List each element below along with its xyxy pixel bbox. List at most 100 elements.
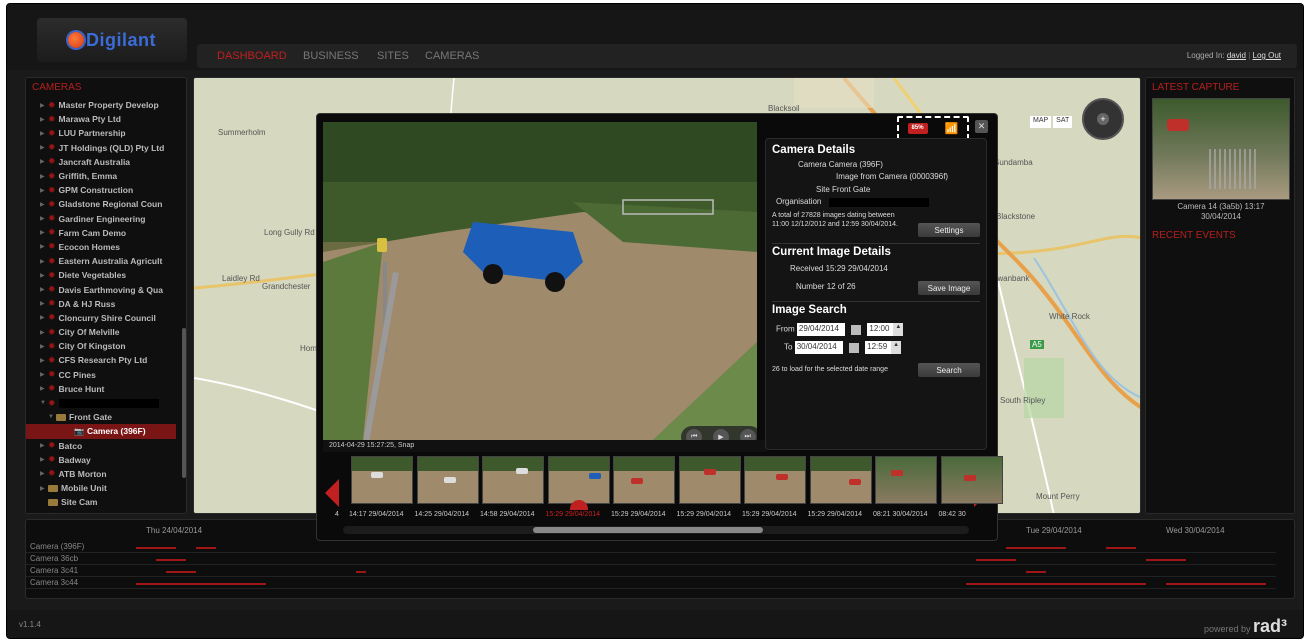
thumbnail[interactable]	[678, 456, 741, 504]
expand-arrow-icon[interactable]: ▶	[40, 442, 48, 449]
expand-arrow-icon[interactable]: ▶	[40, 158, 48, 165]
to-time-input[interactable]: 12:59	[865, 341, 892, 354]
tree-item[interactable]: ▶ ✸ Gardiner Engineering	[26, 212, 176, 226]
tree-item[interactable]: ▶ ✸ Farm Cam Demo	[26, 226, 176, 240]
map-type-map-button[interactable]: MAP	[1030, 116, 1052, 128]
tree-item[interactable]: ▶ ✸ GPM Construction	[26, 183, 176, 197]
tree-item[interactable]: ▶ ✸ Griffith, Emma	[26, 169, 176, 183]
to-time-stepper[interactable]: ▲	[891, 341, 902, 354]
tree-item[interactable]: ▶ ✸ Bruce Hunt	[26, 382, 176, 396]
thumbnail[interactable]	[416, 456, 479, 504]
thumbnail[interactable]	[940, 456, 1003, 504]
expand-arrow-icon[interactable]: ▶	[40, 258, 48, 265]
tree-item[interactable]: ▶ ✸ ATB Morton	[26, 467, 176, 481]
timeline-row[interactable]: Camera 3c44	[26, 578, 1276, 589]
expand-arrow-icon[interactable]: ▶	[40, 116, 48, 123]
skip-forward-button[interactable]: ⏭	[739, 429, 756, 440]
tree-item-expanded[interactable]: ▼ ✸	[26, 396, 176, 410]
tree-item-site[interactable]: ▼ Front Gate	[26, 410, 176, 424]
tree-item[interactable]: ▶ ✸ Marawa Pty Ltd	[26, 112, 176, 126]
to-date-input[interactable]: 30/04/2014	[794, 341, 843, 354]
nav-sites[interactable]: SITES	[377, 50, 409, 62]
logout-link[interactable]: Log Out	[1253, 51, 1281, 60]
tree-item[interactable]: ▶ ✸ Gladstone Regional Coun	[26, 197, 176, 211]
tree-item[interactable]: ▶ ✸ Eastern Australia Agricult	[26, 254, 176, 268]
tree-scrollbar[interactable]	[182, 328, 186, 478]
zoom-plus-icon[interactable]: +	[1097, 113, 1109, 125]
thumbnail[interactable]	[351, 456, 413, 504]
expand-arrow-icon[interactable]: ▶	[40, 329, 48, 336]
tree-item[interactable]: ▶ ✸ Ecocon Homes	[26, 240, 176, 254]
calendar-icon[interactable]	[848, 342, 859, 353]
tree-item[interactable]: ▶ ✸ Cloncurry Shire Council	[26, 311, 176, 325]
expand-arrow-icon[interactable]: ▶	[40, 300, 48, 307]
tree-item[interactable]: ▶ ✸ Diete Vegetables	[26, 268, 176, 282]
thumbnail[interactable]	[613, 456, 675, 504]
thumbnail[interactable]	[809, 456, 872, 504]
expand-arrow-icon[interactable]: ▶	[40, 485, 48, 492]
thumbnail[interactable]	[744, 456, 806, 504]
tree-item[interactable]: ▶ ✸ LUU Partnership	[26, 126, 176, 140]
save-image-button[interactable]: Save Image	[918, 281, 980, 295]
expand-arrow-icon[interactable]: ▶	[40, 272, 48, 279]
expand-arrow-icon[interactable]: ▶	[40, 343, 48, 350]
thumbnail-scrollbar[interactable]	[343, 526, 969, 534]
collapse-arrow-icon[interactable]: ▼	[40, 400, 48, 406]
tree-item[interactable]: ▶ Mobile Unit	[26, 481, 176, 495]
expand-arrow-icon[interactable]: ▶	[40, 229, 48, 236]
expand-arrow-icon[interactable]: ▶	[40, 470, 48, 477]
expand-arrow-icon[interactable]: ▶	[40, 243, 48, 250]
tree-item[interactable]: ▶ ✸ CFS Research Pty Ltd	[26, 353, 176, 367]
thumbnail-scroll-thumb[interactable]	[533, 527, 763, 533]
from-time-input[interactable]: 12:00	[867, 323, 894, 336]
tree-item[interactable]: ▶ ✸ City Of Kingston	[26, 339, 176, 353]
skip-back-button[interactable]: ⏮	[686, 429, 703, 440]
prev-thumbs-arrow[interactable]	[325, 479, 339, 507]
tree-item[interactable]: ▶ ✸ Jancraft Australia	[26, 155, 176, 169]
close-icon[interactable]: ✕	[975, 120, 988, 133]
tree-item[interactable]: ▶ ✸ Davis Earthmoving & Qua	[26, 282, 176, 296]
expand-arrow-icon[interactable]: ▶	[40, 173, 48, 180]
tree-item[interactable]: ▶ ✸ City Of Melville	[26, 325, 176, 339]
map-pan-zoom-control[interactable]: +	[1082, 98, 1124, 140]
thumbnail[interactable]	[482, 456, 544, 504]
from-date-input[interactable]: 29/04/2014	[796, 323, 845, 336]
tree-item[interactable]: ▶ ✸ Master Property Develop	[26, 98, 176, 112]
tree-item[interactable]: ▶ ✸ JT Holdings (QLD) Pty Ltd	[26, 141, 176, 155]
tree-item[interactable]: ▶ ✸ Batco	[26, 439, 176, 453]
tree-item[interactable]: Site Cam	[26, 495, 176, 509]
settings-button[interactable]: Settings	[918, 223, 980, 237]
expand-arrow-icon[interactable]: ▶	[40, 286, 48, 293]
tree-item[interactable]: ▶ ✸ Badway	[26, 453, 176, 467]
expand-arrow-icon[interactable]: ▶	[40, 513, 48, 514]
timeline-row[interactable]: Camera (396F)	[26, 542, 1276, 553]
tree-item[interactable]: ▶ ✸ DA & HJ Russ	[26, 297, 176, 311]
calendar-icon[interactable]	[851, 324, 862, 335]
map-type-sat-button[interactable]: SAT	[1053, 116, 1073, 128]
expand-arrow-icon[interactable]: ▶	[40, 215, 48, 222]
thumbnail[interactable]	[547, 456, 610, 504]
nav-business[interactable]: BUSINESS	[303, 50, 359, 62]
expand-arrow-icon[interactable]: ▶	[40, 357, 48, 364]
camera-photo[interactable]: ⏮ ▶ ⏭	[323, 122, 757, 440]
user-link[interactable]: david	[1227, 51, 1246, 60]
expand-arrow-icon[interactable]: ▶	[40, 456, 48, 463]
nav-cameras[interactable]: CAMERAS	[425, 50, 479, 62]
expand-arrow-icon[interactable]: ▶	[40, 102, 48, 109]
from-time-stepper[interactable]: ▲	[893, 323, 904, 336]
expand-arrow-icon[interactable]: ▶	[40, 144, 48, 151]
expand-arrow-icon[interactable]: ▶	[40, 187, 48, 194]
logo[interactable]: Digilant	[37, 18, 187, 62]
expand-arrow-icon[interactable]: ▶	[40, 371, 48, 378]
collapse-arrow-icon[interactable]: ▼	[48, 414, 56, 420]
expand-arrow-icon[interactable]: ▶	[40, 314, 48, 321]
search-button[interactable]: Search	[918, 363, 980, 377]
tree-item-camera[interactable]: 📷 Camera (396F)	[26, 424, 176, 439]
expand-arrow-icon[interactable]: ▶	[40, 385, 48, 392]
expand-arrow-icon[interactable]: ▶	[40, 130, 48, 137]
timeline-row[interactable]: Camera 3c41	[26, 566, 1276, 577]
nav-dashboard[interactable]: DASHBOARD	[217, 50, 287, 62]
timeline-row[interactable]: Camera 36cb	[26, 554, 1276, 565]
thumbnail[interactable]	[875, 456, 937, 504]
tree-item[interactable]: ▶ ✸ CC Pines	[26, 368, 176, 382]
